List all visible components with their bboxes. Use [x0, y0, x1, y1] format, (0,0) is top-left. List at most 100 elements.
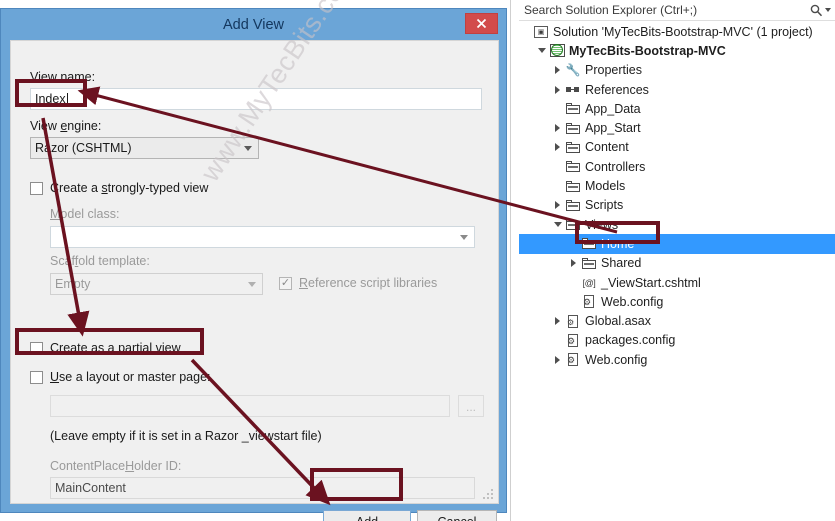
tree-item-content[interactable]: Content	[519, 138, 835, 157]
partial-view-checkbox[interactable]	[30, 342, 43, 355]
tree-item-icon	[548, 44, 566, 58]
model-class-select[interactable]	[50, 226, 475, 248]
strongly-typed-label: Create a strongly-typed view	[50, 181, 209, 195]
solution-explorer-search-bar[interactable]: Search Solution Explorer (Ctrl+;)	[519, 0, 835, 21]
tree-item-properties[interactable]: 🔧 Properties	[519, 61, 835, 80]
add-view-dialog: Add View View name: Index View engine: R…	[0, 8, 507, 521]
tree-item-label: Properties	[585, 63, 642, 78]
chevron-down-icon[interactable]	[825, 8, 831, 12]
view-engine-value: Razor (CSHTML)	[35, 141, 132, 155]
placeholder-id-value: MainContent	[55, 481, 126, 495]
tree-item-label: _ViewStart.cshtml	[601, 275, 701, 290]
tree-item-icon: ⚙	[564, 333, 582, 347]
chevron-right-icon[interactable]	[551, 66, 564, 75]
folder-icon	[566, 122, 580, 134]
scaffold-template-label: Scaffold template:	[50, 254, 150, 268]
dialog-titlebar[interactable]: Add View	[1, 9, 506, 40]
tree-item-label: Web.config	[585, 352, 648, 367]
tree-item-label: Global.asax	[585, 314, 652, 329]
view-engine-select[interactable]: Razor (CSHTML)	[30, 137, 259, 159]
tree-item-packages-config[interactable]: ⚙ packages.config	[519, 331, 835, 350]
folder-icon	[566, 141, 580, 153]
tree-item-label: App_Start	[585, 121, 641, 136]
folder-icon	[566, 219, 580, 231]
chevron-right-icon[interactable]	[551, 355, 564, 364]
tree-item-app-data[interactable]: App_Data	[519, 99, 835, 118]
tree-item-icon: ⚙	[564, 314, 582, 328]
tree-item-references[interactable]: References	[519, 80, 835, 99]
tree-item-icon: ▣	[532, 25, 550, 38]
reference-script-checkbox[interactable]: ✓	[279, 277, 292, 290]
chevron-down-icon[interactable]	[551, 222, 564, 228]
use-layout-label: Use a layout or master page:	[50, 370, 211, 384]
cancel-button[interactable]: Cancel	[417, 510, 497, 521]
chevron-down-icon[interactable]	[535, 48, 548, 54]
chevron-down-icon	[248, 282, 256, 287]
tree-item-models[interactable]: Models	[519, 176, 835, 195]
tree-item-controllers[interactable]: Controllers	[519, 157, 835, 176]
tree-item-label: Models	[585, 179, 626, 194]
chevron-down-icon	[244, 146, 252, 151]
chevron-right-icon[interactable]	[551, 317, 564, 326]
add-button[interactable]: Add	[323, 510, 411, 521]
tree-item-icon	[564, 103, 582, 115]
chevron-right-icon[interactable]	[551, 124, 564, 133]
tree-item-label: packages.config	[585, 333, 676, 348]
placeholder-id-label: ContentPlaceHolder ID:	[50, 459, 182, 473]
solution-explorer-panel: Search Solution Explorer (Ctrl+;) ▣ Solut…	[510, 0, 835, 521]
tree-item-scripts[interactable]: Scripts	[519, 196, 835, 215]
resize-grip[interactable]	[483, 489, 494, 500]
model-class-label: Model class:	[50, 207, 120, 221]
tree-item-label: Controllers	[585, 159, 646, 174]
tree-item-label: References	[585, 82, 649, 97]
tree-item-home[interactable]: Home	[519, 234, 835, 254]
search-controls[interactable]	[810, 4, 835, 17]
tree-item-icon	[564, 180, 582, 192]
tree-item-icon: [@]	[580, 278, 598, 288]
tree-item-icon: ⚙	[564, 353, 582, 367]
tree-item-mytecbits-bootstrap-mvc[interactable]: MyTecBits-Bootstrap-MVC	[519, 41, 835, 60]
search-icon[interactable]	[810, 4, 823, 17]
tree-item-solution-mytecbits-bootstrap-mvc-1-project[interactable]: ▣ Solution 'MyTecBits-Bootstrap-MVC' (1 p…	[519, 22, 835, 41]
scaffold-template-select[interactable]: Empty	[50, 273, 263, 295]
close-button[interactable]	[465, 13, 498, 34]
project-icon	[549, 44, 565, 58]
tree-item-label: MyTecBits-Bootstrap-MVC	[569, 43, 726, 58]
razor-file-icon: [@]	[582, 277, 596, 288]
chevron-right-icon[interactable]	[567, 259, 580, 268]
solution-tree[interactable]: ▣ Solution 'MyTecBits-Bootstrap-MVC' (1 p…	[519, 22, 835, 521]
dialog-body: View name: Index View engine: Razor (CSH…	[10, 40, 499, 521]
tree-item-label: App_Data	[585, 101, 641, 116]
tree-item-icon	[564, 199, 582, 211]
folder-icon	[566, 103, 580, 115]
tree-item-icon: ⚙	[580, 295, 598, 309]
reference-script-label: Reference script libraries	[299, 276, 438, 290]
use-layout-checkbox[interactable]	[30, 371, 43, 384]
chevron-right-icon[interactable]	[551, 85, 564, 94]
chevron-right-icon[interactable]	[551, 201, 564, 210]
folder-icon	[566, 161, 580, 173]
tree-item-app-start[interactable]: App_Start	[519, 118, 835, 137]
tree-item-label: Scripts	[585, 198, 624, 213]
config-file-icon: ⚙	[567, 353, 579, 367]
solution-icon: ▣	[534, 25, 548, 38]
tree-item-web-config[interactable]: ⚙ Web.config	[519, 350, 835, 369]
browse-layout-button[interactable]: ...	[458, 395, 484, 417]
strongly-typed-checkbox[interactable]	[30, 182, 43, 195]
layout-path-input[interactable]	[50, 395, 450, 417]
tree-item-views[interactable]: Views	[519, 215, 835, 234]
tree-item-icon	[580, 238, 598, 250]
tree-item-viewstart-cshtml[interactable]: [@] _ViewStart.cshtml	[519, 273, 835, 292]
tree-item-web-config[interactable]: ⚙ Web.config	[519, 292, 835, 311]
tree-item-icon	[564, 141, 582, 153]
tree-item-icon	[564, 219, 582, 231]
tree-item-label: Views	[585, 217, 619, 232]
search-input[interactable]: Search Solution Explorer (Ctrl+;)	[519, 3, 810, 17]
chevron-right-icon[interactable]	[551, 143, 564, 152]
tree-item-label: Home	[601, 236, 635, 251]
placeholder-id-input[interactable]: MainContent	[50, 477, 475, 499]
tree-item-global-asax[interactable]: ⚙ Global.asax	[519, 311, 835, 330]
view-name-input[interactable]: Index	[30, 88, 482, 110]
tree-item-shared[interactable]: Shared	[519, 254, 835, 273]
tree-item-icon	[580, 257, 598, 269]
